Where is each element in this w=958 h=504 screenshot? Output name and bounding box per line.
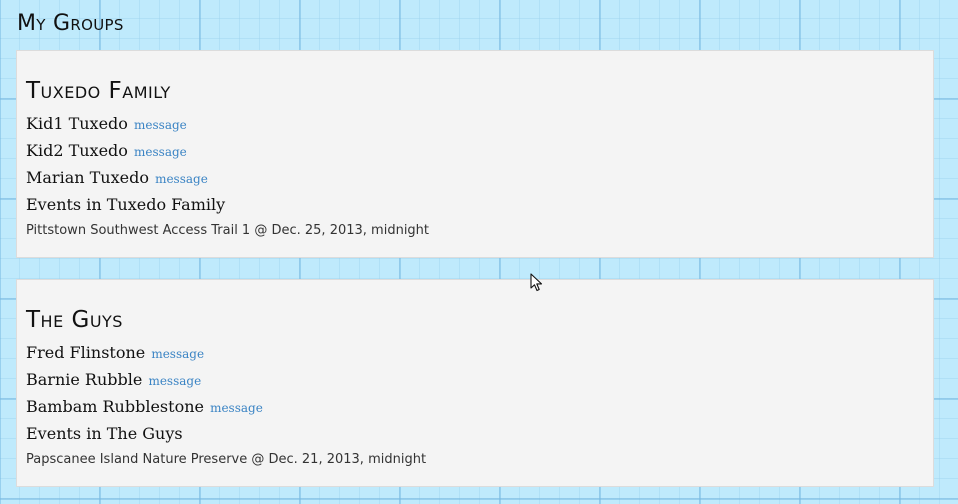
message-link[interactable]: message: [134, 118, 187, 132]
events-heading: Events in The Guys: [26, 424, 183, 443]
message-link[interactable]: message: [155, 172, 208, 186]
group-title: The Guys: [26, 307, 123, 333]
message-link[interactable]: message: [148, 374, 201, 388]
member-name: Bambam Rubblestone: [26, 397, 204, 416]
event-item: Papscanee Island Nature Preserve @ Dec. …: [26, 452, 427, 467]
member-name: Barnie Rubble: [26, 370, 143, 389]
member-row: Kid1 Tuxedo message: [26, 112, 187, 136]
member-row: Barnie Rubble message: [26, 368, 201, 392]
group-card: Tuxedo Family Kid1 Tuxedo message Kid2 T…: [16, 50, 934, 258]
member-row: Fred Flinstone message: [26, 341, 204, 365]
page-title: My Groups: [17, 11, 124, 36]
member-row: Kid2 Tuxedo message: [26, 139, 187, 163]
member-row: Bambam Rubblestone message: [26, 395, 263, 419]
member-name: Kid2 Tuxedo: [26, 141, 128, 160]
member-name: Marian Tuxedo: [26, 168, 149, 187]
group-title: Tuxedo Family: [26, 78, 171, 104]
member-row: Marian Tuxedo message: [26, 166, 208, 190]
events-heading: Events in Tuxedo Family: [26, 195, 226, 214]
message-link[interactable]: message: [210, 401, 263, 415]
member-name: Fred Flinstone: [26, 343, 146, 362]
message-link[interactable]: message: [134, 145, 187, 159]
message-link[interactable]: message: [151, 347, 204, 361]
member-name: Kid1 Tuxedo: [26, 114, 128, 133]
event-item: Pittstown Southwest Access Trail 1 @ Dec…: [26, 223, 430, 238]
group-card: The Guys Fred Flinstone message Barnie R…: [16, 279, 934, 487]
mouse-pointer-icon: [530, 273, 543, 292]
